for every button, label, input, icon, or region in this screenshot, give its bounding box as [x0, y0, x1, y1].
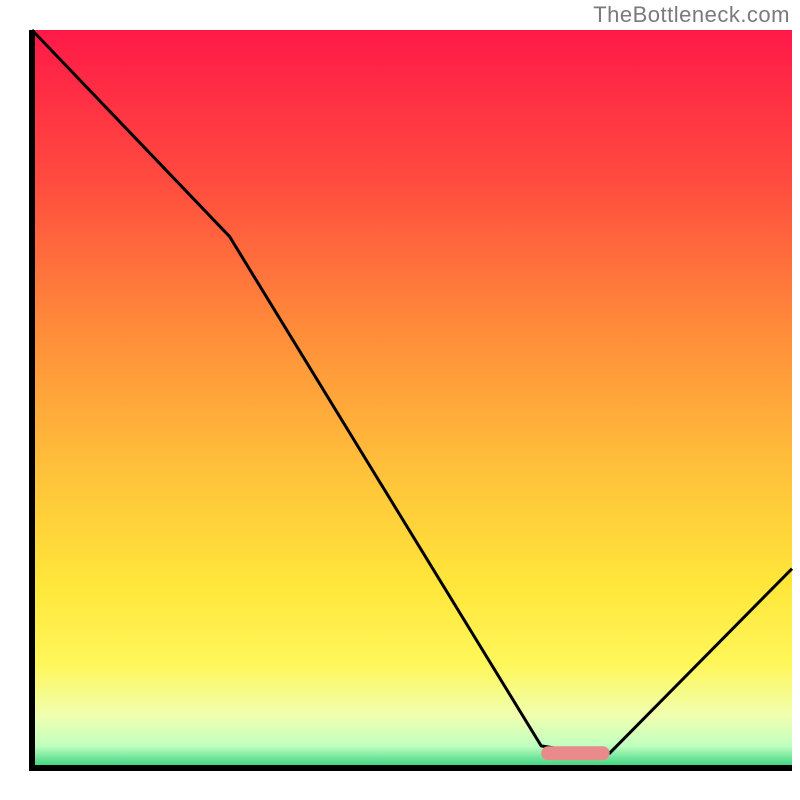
- chart-canvas: [0, 0, 800, 800]
- watermark-text: TheBottleneck.com: [593, 2, 790, 28]
- bottleneck-chart: TheBottleneck.com: [0, 0, 800, 800]
- plot-background: [32, 30, 792, 768]
- optimal-region-marker: [541, 746, 609, 760]
